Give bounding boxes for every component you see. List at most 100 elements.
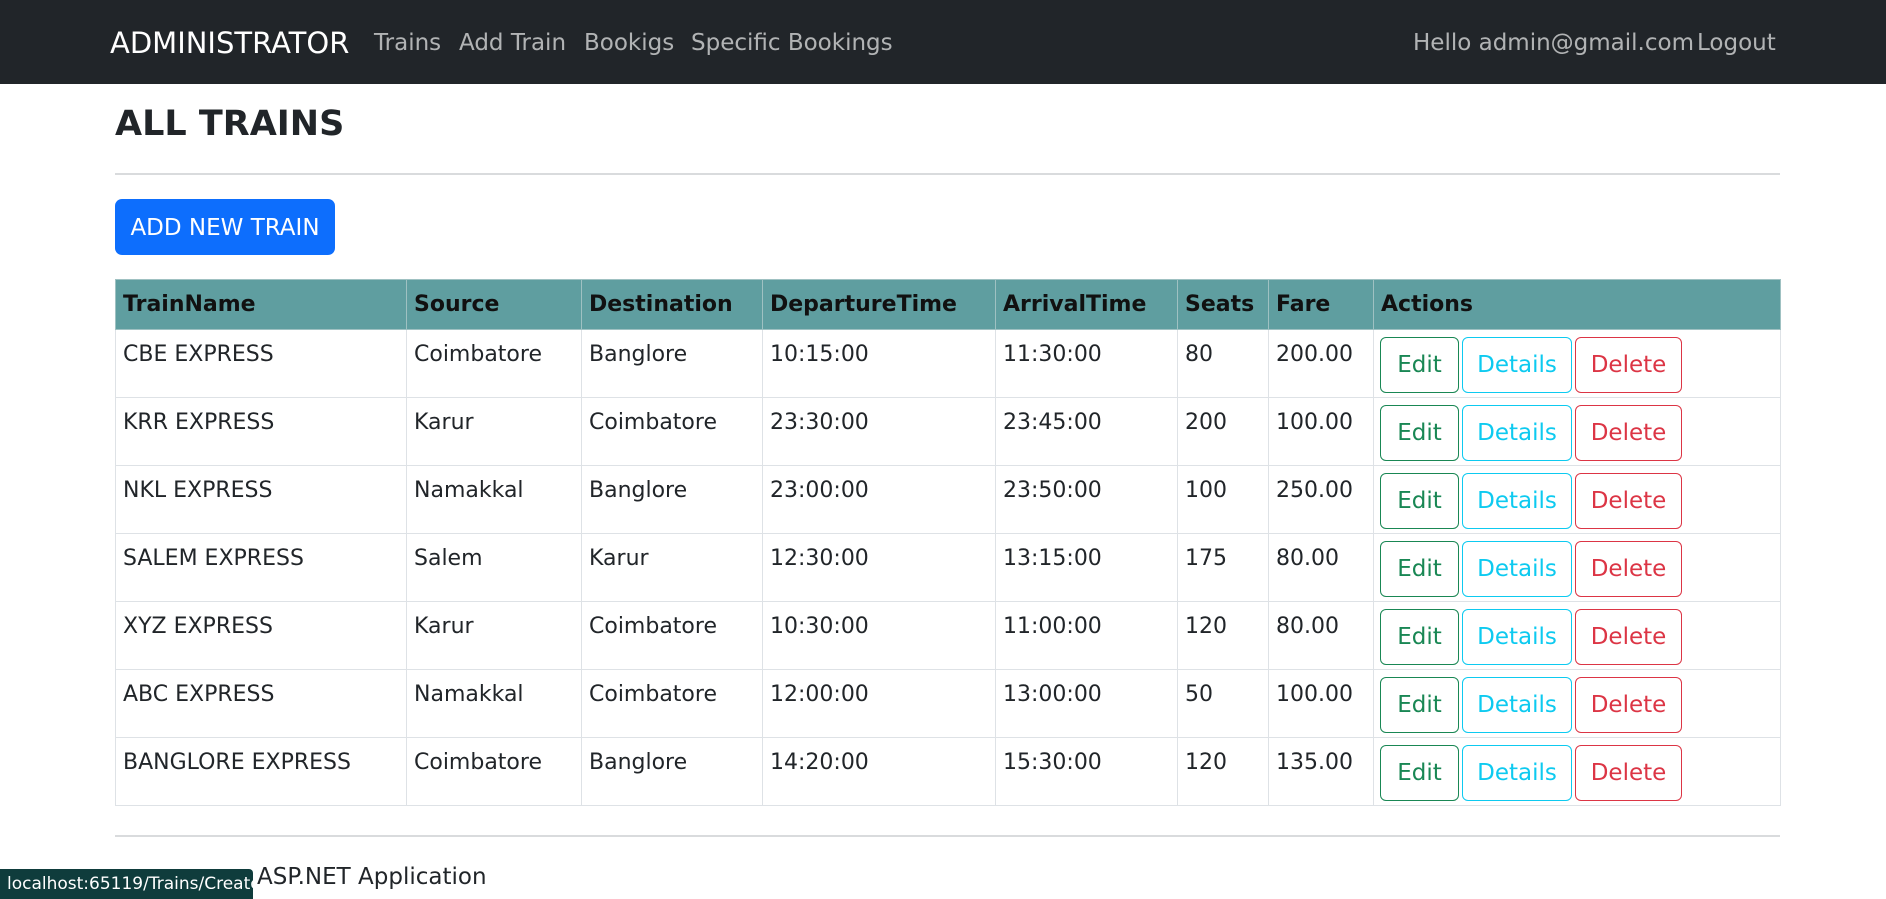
cell-train-name: KRR EXPRESS	[115, 397, 407, 466]
navbar-brand[interactable]: ADMINISTRATOR	[110, 0, 349, 84]
cell-departure-time: 23:00:00	[762, 465, 996, 534]
cell-arrival-time: 23:50:00	[995, 465, 1178, 534]
column-header-departure-time: DepartureTime	[762, 279, 996, 330]
cell-seats: 120	[1177, 601, 1269, 670]
delete-button[interactable]: Delete	[1575, 745, 1682, 801]
nav-link-bookings[interactable]: Bookigs	[584, 0, 674, 84]
edit-button[interactable]: Edit	[1380, 745, 1459, 801]
cell-destination: Coimbatore	[581, 669, 763, 738]
cell-destination: Banglore	[581, 465, 763, 534]
cell-fare: 250.00	[1268, 465, 1374, 534]
cell-arrival-time: 15:30:00	[995, 737, 1178, 806]
edit-button[interactable]: Edit	[1380, 609, 1459, 665]
cell-actions: Edit Details Delete	[1373, 533, 1781, 602]
nav-logout-link[interactable]: Logout	[1697, 0, 1776, 84]
footer-text: ASP.NET Application	[257, 864, 487, 890]
title-divider	[115, 173, 1780, 175]
cell-destination: Banglore	[581, 329, 763, 398]
table-row: NKL EXPRESS Namakkal Banglore 23:00:00 2…	[115, 465, 1781, 534]
delete-button[interactable]: Delete	[1575, 677, 1682, 733]
delete-button[interactable]: Delete	[1575, 473, 1682, 529]
cell-actions: Edit Details Delete	[1373, 465, 1781, 534]
cell-departure-time: 12:30:00	[762, 533, 996, 602]
column-header-seats: Seats	[1177, 279, 1269, 330]
cell-fare: 135.00	[1268, 737, 1374, 806]
delete-button[interactable]: Delete	[1575, 541, 1682, 597]
nav-user-greeting[interactable]: Hello admin@gmail.com	[1413, 0, 1694, 84]
delete-button[interactable]: Delete	[1575, 405, 1682, 461]
cell-seats: 80	[1177, 329, 1269, 398]
cell-seats: 100	[1177, 465, 1269, 534]
cell-fare: 100.00	[1268, 397, 1374, 466]
column-header-train-name: TrainName	[115, 279, 407, 330]
cell-seats: 50	[1177, 669, 1269, 738]
column-header-fare: Fare	[1268, 279, 1374, 330]
edit-button[interactable]: Edit	[1380, 337, 1459, 393]
cell-source: Karur	[406, 397, 582, 466]
cell-actions: Edit Details Delete	[1373, 601, 1781, 670]
cell-train-name: SALEM EXPRESS	[115, 533, 407, 602]
cell-arrival-time: 11:30:00	[995, 329, 1178, 398]
cell-source: Salem	[406, 533, 582, 602]
details-button[interactable]: Details	[1462, 609, 1572, 665]
cell-source: Karur	[406, 601, 582, 670]
edit-button[interactable]: Edit	[1380, 541, 1459, 597]
table-row: ABC EXPRESS Namakkal Coimbatore 12:00:00…	[115, 669, 1781, 738]
cell-departure-time: 14:20:00	[762, 737, 996, 806]
cell-departure-time: 12:00:00	[762, 669, 996, 738]
cell-train-name: BANGLORE EXPRESS	[115, 737, 407, 806]
details-button[interactable]: Details	[1462, 677, 1572, 733]
cell-seats: 120	[1177, 737, 1269, 806]
cell-departure-time: 23:30:00	[762, 397, 996, 466]
edit-button[interactable]: Edit	[1380, 473, 1459, 529]
cell-train-name: NKL EXPRESS	[115, 465, 407, 534]
details-button[interactable]: Details	[1462, 541, 1572, 597]
cell-train-name: ABC EXPRESS	[115, 669, 407, 738]
table-row: KRR EXPRESS Karur Coimbatore 23:30:00 23…	[115, 397, 1781, 466]
nav-link-add-train[interactable]: Add Train	[459, 0, 566, 84]
footer-divider	[115, 835, 1780, 837]
cell-fare: 80.00	[1268, 601, 1374, 670]
cell-fare: 100.00	[1268, 669, 1374, 738]
cell-seats: 175	[1177, 533, 1269, 602]
cell-destination: Coimbatore	[581, 397, 763, 466]
delete-button[interactable]: Delete	[1575, 609, 1682, 665]
cell-fare: 200.00	[1268, 329, 1374, 398]
cell-source: Namakkal	[406, 669, 582, 738]
cell-actions: Edit Details Delete	[1373, 669, 1781, 738]
delete-button[interactable]: Delete	[1575, 337, 1682, 393]
table-header-row: TrainName Source Destination DepartureTi…	[115, 279, 1781, 330]
cell-arrival-time: 13:15:00	[995, 533, 1178, 602]
cell-departure-time: 10:30:00	[762, 601, 996, 670]
add-new-train-button[interactable]: ADD NEW TRAIN	[115, 199, 335, 255]
cell-destination: Banglore	[581, 737, 763, 806]
column-header-source: Source	[406, 279, 582, 330]
column-header-actions: Actions	[1373, 279, 1781, 330]
table-row: XYZ EXPRESS Karur Coimbatore 10:30:00 11…	[115, 601, 1781, 670]
details-button[interactable]: Details	[1462, 405, 1572, 461]
table-row: SALEM EXPRESS Salem Karur 12:30:00 13:15…	[115, 533, 1781, 602]
nav-link-specific-bookings[interactable]: Specific Bookings	[691, 0, 893, 84]
browser-status-bar: localhost:65119/Trains/Create	[0, 869, 253, 899]
details-button[interactable]: Details	[1462, 337, 1572, 393]
cell-departure-time: 10:15:00	[762, 329, 996, 398]
edit-button[interactable]: Edit	[1380, 677, 1459, 733]
cell-actions: Edit Details Delete	[1373, 329, 1781, 398]
details-button[interactable]: Details	[1462, 473, 1572, 529]
cell-source: Namakkal	[406, 465, 582, 534]
cell-source: Coimbatore	[406, 737, 582, 806]
cell-arrival-time: 23:45:00	[995, 397, 1178, 466]
cell-fare: 80.00	[1268, 533, 1374, 602]
cell-source: Coimbatore	[406, 329, 582, 398]
details-button[interactable]: Details	[1462, 745, 1572, 801]
page-title: ALL TRAINS	[115, 104, 345, 144]
cell-seats: 200	[1177, 397, 1269, 466]
edit-button[interactable]: Edit	[1380, 405, 1459, 461]
table-row: BANGLORE EXPRESS Coimbatore Banglore 14:…	[115, 737, 1781, 806]
nav-link-trains[interactable]: Trains	[374, 0, 441, 84]
cell-destination: Karur	[581, 533, 763, 602]
cell-train-name: XYZ EXPRESS	[115, 601, 407, 670]
cell-train-name: CBE EXPRESS	[115, 329, 407, 398]
cell-actions: Edit Details Delete	[1373, 397, 1781, 466]
column-header-destination: Destination	[581, 279, 763, 330]
